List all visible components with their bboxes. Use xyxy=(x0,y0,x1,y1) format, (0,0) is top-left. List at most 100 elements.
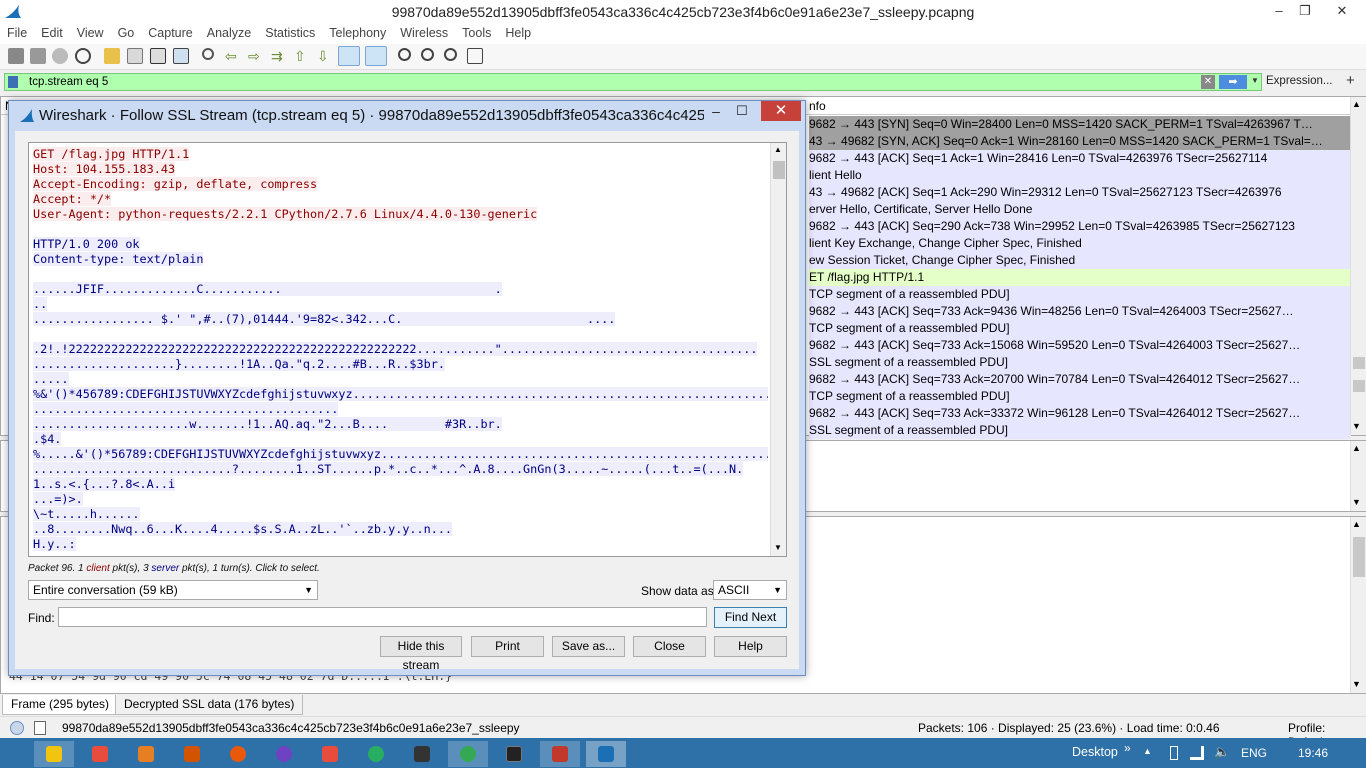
packet-row[interactable]: ew Session Ticket, Change Cipher Spec, F… xyxy=(809,252,1351,269)
menu-tools[interactable]: Tools xyxy=(455,24,498,42)
packet-row[interactable]: lient Hello xyxy=(809,167,1351,184)
packet-row[interactable]: SSL segment of a reassembled PDU] xyxy=(809,354,1351,371)
tab-frame[interactable]: Frame (295 bytes) xyxy=(2,695,119,715)
scroll-down-icon[interactable]: ▼ xyxy=(774,543,782,552)
filter-history-icon[interactable]: ▼ xyxy=(1251,76,1259,85)
language-indicator[interactable]: ENG xyxy=(1241,746,1267,760)
taskbar-app11[interactable] xyxy=(494,741,534,767)
menu-file[interactable]: File xyxy=(0,24,34,42)
expression-button[interactable]: Expression... xyxy=(1266,75,1332,87)
packet-row[interactable]: 9682 → 443 [SYN] Seq=0 Win=28400 Len=0 M… xyxy=(809,116,1351,133)
taskbar-store[interactable] xyxy=(80,741,120,767)
packet-row[interactable]: ET /flag.jpg HTTP/1.1 xyxy=(809,269,1351,286)
go-forward-icon[interactable]: ⇨ xyxy=(248,48,264,64)
packet-list-scrollbar[interactable]: ▲ ▼ xyxy=(1350,97,1366,435)
capture-options-icon[interactable] xyxy=(75,48,91,64)
colorize-icon[interactable] xyxy=(365,46,387,66)
expert-info-icon[interactable] xyxy=(10,721,24,735)
open-file-icon[interactable] xyxy=(104,48,120,64)
add-filter-button[interactable]: + xyxy=(1346,72,1355,89)
show-data-select[interactable]: ASCII ▼ xyxy=(713,580,787,600)
normal-size-icon[interactable] xyxy=(444,48,457,61)
find-packet-icon[interactable] xyxy=(202,48,214,60)
autoscroll-icon[interactable] xyxy=(338,46,360,66)
tray-expand-icon[interactable]: ▲ xyxy=(1143,746,1152,756)
clear-filter-icon[interactable]: ✕ xyxy=(1201,75,1215,89)
start-capture-icon[interactable] xyxy=(8,48,24,64)
taskbar-app4[interactable] xyxy=(172,741,212,767)
packet-row[interactable]: lient Key Exchange, Change Cipher Spec, … xyxy=(809,235,1351,252)
taskbar-firefox-dev[interactable] xyxy=(264,741,304,767)
volume-icon[interactable]: 🔈 xyxy=(1214,744,1230,760)
network-icon[interactable] xyxy=(1190,746,1204,760)
clock[interactable]: 19:46 xyxy=(1298,746,1328,760)
scroll-down-icon[interactable]: ▼ xyxy=(1352,421,1361,431)
go-to-packet-icon[interactable]: ⇉ xyxy=(271,48,287,64)
packet-row[interactable]: 9682 → 443 [ACK] Seq=733 Ack=15068 Win=5… xyxy=(809,337,1351,354)
menu-statistics[interactable]: Statistics xyxy=(258,24,322,42)
packet-row[interactable]: 9682 → 443 [ACK] Seq=290 Ack=738 Win=299… xyxy=(809,218,1351,235)
packet-row[interactable]: 9682 → 443 [ACK] Seq=1 Ack=1 Win=28416 L… xyxy=(809,150,1351,167)
column-info-header[interactable]: nfo xyxy=(809,99,826,113)
dialog-close-button[interactable]: ✕ xyxy=(761,101,801,121)
dialog-minimize-button[interactable]: – xyxy=(705,103,727,121)
packet-row[interactable]: erver Hello, Certificate, Server Hello D… xyxy=(809,201,1351,218)
last-packet-icon[interactable]: ⇩ xyxy=(317,48,333,64)
zoom-in-icon[interactable] xyxy=(398,48,411,61)
packet-row[interactable]: TCP segment of a reassembled PDU] xyxy=(809,388,1351,405)
menu-go[interactable]: Go xyxy=(111,24,142,42)
zoom-out-icon[interactable] xyxy=(421,48,434,61)
menu-edit[interactable]: Edit xyxy=(34,24,70,42)
packet-row[interactable]: 43 → 49682 [SYN, ACK] Seq=0 Ack=1 Win=28… xyxy=(809,133,1351,150)
packet-row[interactable]: 43 → 49682 [ACK] Seq=1 Ack=290 Win=29312… xyxy=(809,184,1351,201)
print-button[interactable]: Print xyxy=(471,636,544,657)
packet-row[interactable]: 9682 → 443 [ACK] Seq=733 Ack=9436 Win=48… xyxy=(809,303,1351,320)
conversation-select[interactable]: Entire conversation (59 kB) ▼ xyxy=(28,580,318,600)
menu-telephony[interactable]: Telephony xyxy=(322,24,393,42)
stream-scrollbar[interactable]: ▲ ▼ xyxy=(770,143,786,556)
taskbar-explorer[interactable] xyxy=(34,741,74,767)
display-filter-input[interactable] xyxy=(27,74,1177,90)
taskbar-firefox[interactable] xyxy=(218,741,258,767)
close-file-icon[interactable] xyxy=(150,48,166,64)
taskbar-app12[interactable] xyxy=(540,741,580,767)
save-as-button[interactable]: Save as... xyxy=(552,636,625,657)
packet-turn-info[interactable]: Packet 96. 1 client pkt(s), 3 server pkt… xyxy=(28,563,320,574)
help-button[interactable]: Help xyxy=(714,636,787,657)
packet-row[interactable]: 9682 → 443 [ACK] Seq=733 Ack=33372 Win=9… xyxy=(809,405,1351,422)
scroll-up-icon[interactable]: ▲ xyxy=(1352,99,1361,109)
taskbar-app9[interactable] xyxy=(402,741,442,767)
save-file-icon[interactable] xyxy=(127,48,143,64)
menu-analyze[interactable]: Analyze xyxy=(200,24,258,42)
stop-capture-icon[interactable] xyxy=(30,48,46,64)
taskbar-torrent[interactable] xyxy=(356,741,396,767)
packet-row[interactable]: TCP segment of a reassembled PDU] xyxy=(809,286,1351,303)
details-scrollbar[interactable]: ▲ ▼ xyxy=(1350,441,1366,511)
scroll-up-icon[interactable]: ▲ xyxy=(774,145,782,154)
taskbar-chrome[interactable] xyxy=(448,741,488,767)
stream-content[interactable]: GET /flag.jpg HTTP/1.1 Host: 104.155.183.… xyxy=(28,142,787,557)
menu-help[interactable]: Help xyxy=(498,24,538,42)
tab-decrypted-ssl[interactable]: Decrypted SSL data (176 bytes) xyxy=(115,695,304,715)
hide-stream-button[interactable]: Hide this stream xyxy=(380,636,462,672)
capture-comment-icon[interactable] xyxy=(34,721,46,735)
first-packet-icon[interactable]: ⇧ xyxy=(294,48,310,64)
packet-row[interactable]: SSL segment of a reassembled PDU] xyxy=(809,422,1351,439)
packet-row[interactable]: TCP segment of a reassembled PDU] xyxy=(809,320,1351,337)
reload-file-icon[interactable] xyxy=(173,48,189,64)
taskbar-wireshark[interactable] xyxy=(586,741,626,767)
toolbar-chevron[interactable]: » xyxy=(1124,741,1131,755)
maximize-button[interactable]: ❐ xyxy=(1290,0,1320,22)
resize-columns-icon[interactable] xyxy=(467,48,483,64)
dialog-title-bar[interactable]: Wireshark · Follow SSL Stream (tcp.strea… xyxy=(9,101,805,129)
taskbar-app3[interactable] xyxy=(126,741,166,767)
packet-row[interactable]: 9682 → 443 [ACK] Seq=733 Ack=20700 Win=7… xyxy=(809,371,1351,388)
menu-capture[interactable]: Capture xyxy=(141,24,199,42)
dialog-maximize-button[interactable]: ☐ xyxy=(731,103,753,121)
apply-filter-icon[interactable]: ➡ xyxy=(1219,75,1247,89)
menu-view[interactable]: View xyxy=(70,24,111,42)
taskbar-app7[interactable] xyxy=(310,741,350,767)
scroll-thumb[interactable] xyxy=(773,161,785,179)
menu-wireless[interactable]: Wireless xyxy=(393,24,455,42)
battery-icon[interactable] xyxy=(1170,746,1178,760)
